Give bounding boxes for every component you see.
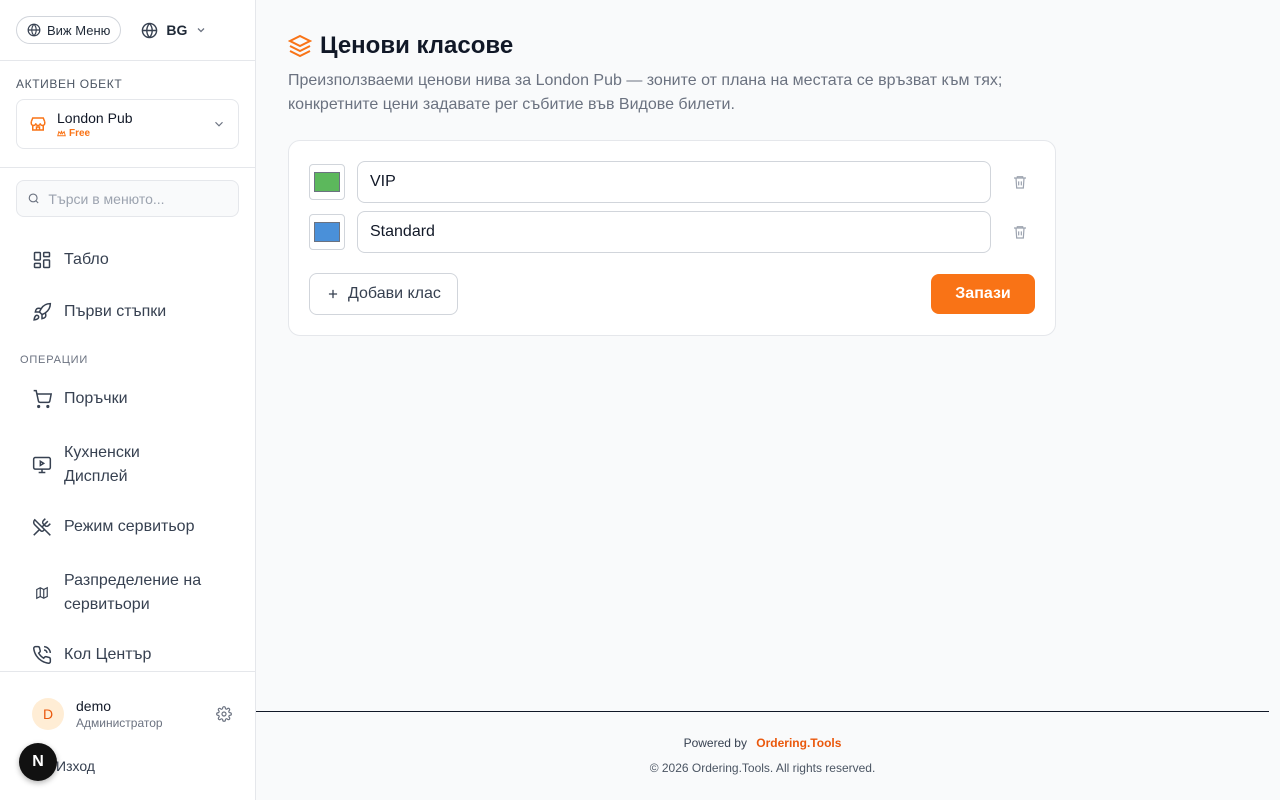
sidebar-item-getting-started[interactable]: Първи стъпки bbox=[0, 302, 255, 322]
powered-by-label: Powered by bbox=[683, 736, 747, 750]
trash-icon[interactable] bbox=[1011, 223, 1029, 241]
price-tiers-card: Добави клас Запази bbox=[288, 140, 1056, 336]
copyright: © 2026 Ordering.Tools. All rights reserv… bbox=[649, 761, 876, 775]
save-button[interactable]: Запази bbox=[931, 274, 1035, 314]
active-venue-section: АКТИВЕН ОБЕКТ London Pub Free bbox=[0, 61, 255, 168]
tier-name-input[interactable] bbox=[357, 211, 991, 253]
sidebar-item-label: Първи стъпки bbox=[64, 303, 167, 320]
venue-plan-label: Free bbox=[69, 127, 91, 139]
store-icon bbox=[30, 117, 46, 131]
trash-icon[interactable] bbox=[1011, 173, 1029, 191]
page-description: Преизползваеми ценови нива за London Pub… bbox=[288, 72, 1003, 113]
sidebar-item-orders[interactable]: Поръчки bbox=[0, 389, 255, 409]
tier-row bbox=[309, 161, 1037, 203]
sidebar-item-label: Поръчки bbox=[64, 390, 128, 407]
cart-icon bbox=[32, 389, 52, 409]
sidebar-item-waiter-mode[interactable]: Режим сервитьор bbox=[0, 517, 255, 537]
phone-icon bbox=[32, 645, 52, 665]
chevron-down-icon bbox=[215, 121, 223, 127]
layers-icon bbox=[288, 34, 312, 58]
page-header: Ценови класове bbox=[288, 32, 513, 60]
chevron-down-icon bbox=[197, 28, 205, 33]
menu-search-wrap bbox=[0, 168, 255, 217]
color-swatch bbox=[314, 172, 340, 192]
globe-icon bbox=[142, 22, 158, 38]
user-name: demo bbox=[76, 698, 112, 714]
sidebar-item-label: Режим сервитьор bbox=[64, 518, 195, 535]
gear-icon[interactable] bbox=[216, 706, 232, 722]
logout-link[interactable]: Изход bbox=[56, 758, 95, 774]
color-picker[interactable] bbox=[309, 164, 345, 200]
venue-selector[interactable]: London Pub Free bbox=[16, 99, 239, 149]
sidebar-item-label: Табло bbox=[64, 251, 109, 268]
avatar: D bbox=[32, 698, 64, 730]
sidebar-nav: Табло Първи стъпки ОПЕРАЦИИ Поръчки Кухн… bbox=[0, 236, 255, 671]
sidebar-topbar: Виж Меню BG bbox=[0, 0, 255, 61]
main-content: Ценови класове Преизползваеми ценови нив… bbox=[256, 0, 1280, 800]
powered-by: Powered by Ordering.Tools bbox=[256, 736, 1269, 750]
nav-group-operations: ОПЕРАЦИИ bbox=[20, 354, 89, 366]
sidebar-item-label: Кол Център bbox=[64, 646, 152, 663]
view-menu-label: Виж Меню bbox=[47, 22, 111, 38]
menu-search-input[interactable] bbox=[48, 190, 228, 207]
tier-row bbox=[309, 211, 1037, 253]
venue-name: London Pub bbox=[57, 109, 133, 126]
footer: Powered by Ordering.Tools © 2026 Orderin… bbox=[256, 711, 1269, 800]
menu-search bbox=[16, 180, 239, 217]
sidebar-item-label: Кухненски Дисплей bbox=[64, 444, 140, 485]
map-icon bbox=[32, 583, 52, 603]
venue-plan-badge: Free bbox=[57, 128, 202, 139]
rocket-icon bbox=[32, 302, 52, 322]
tier-name-input[interactable] bbox=[357, 161, 991, 203]
sidebar: Виж Меню BG АКТИВЕН ОБЕКТ London Pub Fre… bbox=[0, 0, 256, 800]
sidebar-item-kitchen-display[interactable]: Кухненски Дисплей bbox=[0, 441, 255, 489]
color-picker[interactable] bbox=[309, 214, 345, 250]
user-role: Администратор bbox=[76, 716, 163, 730]
language-selector[interactable]: BG bbox=[141, 22, 207, 39]
globe-icon bbox=[27, 23, 41, 37]
sidebar-item-label: Разпределение на сервитьори bbox=[64, 572, 202, 613]
brand-link[interactable]: Ordering.Tools bbox=[756, 736, 841, 750]
search-icon bbox=[28, 193, 39, 204]
monitor-play-icon bbox=[32, 455, 52, 475]
dashboard-icon bbox=[32, 250, 52, 270]
crown-icon bbox=[57, 130, 66, 136]
plus-icon bbox=[328, 289, 338, 299]
dev-tools-badge[interactable]: N bbox=[19, 743, 57, 781]
color-swatch bbox=[314, 222, 340, 242]
active-venue-label: АКТИВЕН ОБЕКТ bbox=[16, 77, 123, 91]
view-menu-button[interactable]: Виж Меню bbox=[16, 16, 122, 44]
sidebar-item-call-center[interactable]: Кол Център bbox=[0, 645, 255, 665]
user-profile: D demo Администратор bbox=[32, 698, 232, 730]
language-code: BG bbox=[166, 22, 188, 38]
sidebar-item-dashboard[interactable]: Табло bbox=[0, 250, 255, 270]
add-tier-label: Добави клас bbox=[348, 285, 441, 302]
sidebar-item-waiter-assignment[interactable]: Разпределение на сервитьори bbox=[0, 569, 255, 617]
add-tier-button[interactable]: Добави клас bbox=[309, 273, 458, 315]
utensils-crossed-icon bbox=[32, 517, 52, 537]
page-title: Ценови класове bbox=[320, 32, 514, 59]
